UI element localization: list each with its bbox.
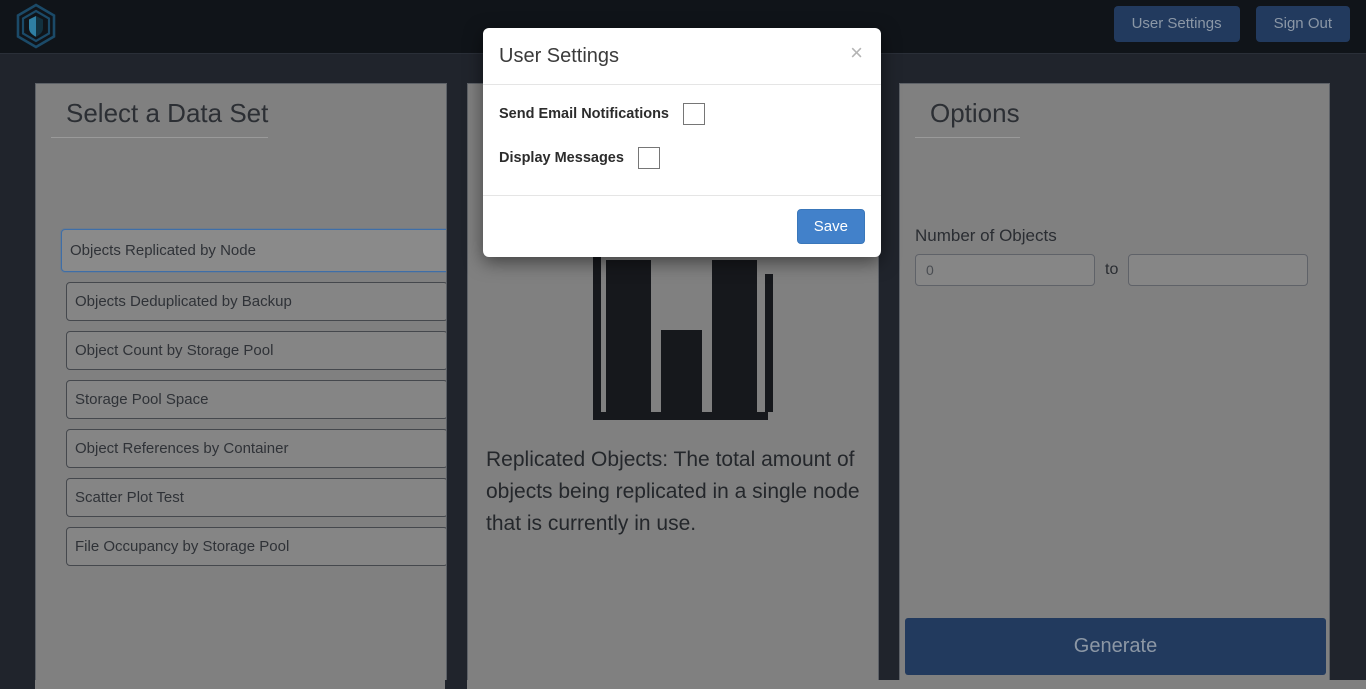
modal-footer: Save — [483, 195, 881, 257]
number-of-objects-label: Number of Objects — [915, 226, 1314, 246]
dataset-description: Replicated Objects: The total amount of … — [484, 444, 862, 540]
setting-checkbox-0[interactable] — [683, 103, 705, 125]
dataset-panel-title: Select a Data Set — [51, 84, 268, 138]
dataset-list: Objects Replicated by Node Objects Dedupl… — [36, 229, 446, 576]
user-settings-button[interactable]: User Settings — [1114, 6, 1240, 42]
setting-row-1: Display Messages — [499, 147, 865, 169]
setting-label-1: Display Messages — [499, 150, 624, 166]
modal-header: User Settings × — [483, 28, 881, 85]
options-panel-header: Options — [900, 84, 1329, 138]
close-icon[interactable]: × — [846, 40, 867, 66]
dataset-item-6[interactable]: File Occupancy by Storage Pool — [66, 527, 447, 566]
setting-label-0: Send Email Notifications — [499, 106, 669, 122]
sign-out-button[interactable]: Sign Out — [1256, 6, 1350, 42]
dataset-item-1[interactable]: Objects Deduplicated by Backup — [66, 282, 447, 321]
range-from-input[interactable] — [915, 254, 1095, 286]
dataset-item-4[interactable]: Object References by Container — [66, 429, 447, 468]
dataset-panel-header: Select a Data Set — [36, 84, 446, 138]
number-of-objects-range-row: to — [915, 254, 1314, 286]
setting-checkbox-1[interactable] — [638, 147, 660, 169]
dataset-item-2[interactable]: Object Count by Storage Pool — [66, 331, 447, 370]
setting-row-0: Send Email Notifications — [499, 103, 865, 125]
options-panel-body: Number of Objects to — [900, 226, 1329, 286]
app-logo[interactable] — [10, 0, 62, 52]
preview-panel-body: Replicated Objects: The total amount of … — [468, 229, 878, 540]
range-to-input[interactable] — [1128, 254, 1308, 286]
horizontal-scrollbar[interactable] — [0, 680, 1366, 689]
dataset-item-0[interactable]: Objects Replicated by Node — [61, 229, 447, 272]
dataset-panel: Select a Data Set Objects Replicated by … — [35, 83, 447, 681]
navbar-actions: User Settings Sign Out — [1114, 6, 1350, 42]
chart-icon-container — [484, 229, 862, 444]
scrollbar-thumb-right[interactable] — [467, 680, 1366, 689]
generate-button[interactable]: Generate — [905, 618, 1326, 675]
user-settings-modal: User Settings × Send Email Notifications… — [483, 28, 881, 257]
scrollbar-thumb-left[interactable] — [35, 680, 445, 689]
bar-chart-icon — [573, 242, 773, 432]
dataset-item-3[interactable]: Storage Pool Space — [66, 380, 447, 419]
options-panel-title: Options — [915, 84, 1020, 138]
range-separator-label: to — [1105, 261, 1118, 279]
modal-title: User Settings — [499, 43, 866, 69]
options-panel: Options Number of Objects to Generate — [899, 83, 1330, 681]
save-button[interactable]: Save — [797, 209, 865, 244]
hexagon-shield-logo-icon — [13, 3, 59, 49]
dataset-item-5[interactable]: Scatter Plot Test — [66, 478, 447, 517]
modal-body: Send Email Notifications Display Messages — [483, 85, 881, 195]
